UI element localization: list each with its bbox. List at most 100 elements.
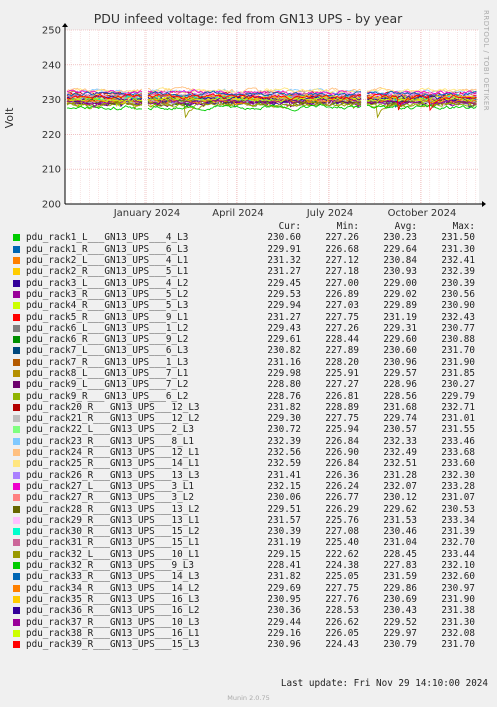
y-tick-label: 210 [42, 165, 61, 176]
legend-item: pdu_rack32_R___GN13_UPS___9_L3 228.41 224.… [12, 560, 490, 571]
legend-value-min: 228.44 [325, 334, 359, 346]
legend-value-avg: 230.79 [383, 639, 417, 651]
legend-series-name: pdu_rack27_R___GN13_UPS___3_L2 [26, 492, 194, 504]
legend-item: pdu_rack9_L___GN13_UPS___7_L2 228.80 227.2… [12, 379, 490, 390]
legend-swatch [13, 607, 20, 615]
legend-value-cur: 229.15 [267, 548, 301, 560]
legend-value-max: 232.60 [441, 571, 475, 583]
legend-swatch [13, 302, 20, 310]
legend-value-avg: 231.28 [383, 469, 417, 481]
legend-value-min: 227.12 [325, 255, 359, 267]
legend-value-cur: 231.16 [267, 356, 301, 368]
x-tick-label: October 2024 [388, 208, 457, 219]
legend-swatch [13, 290, 20, 298]
legend-value-max: 230.39 [441, 277, 475, 289]
legend-value-max: 231.70 [441, 639, 475, 651]
legend-value-max: 233.34 [441, 514, 475, 526]
legend-series-name: pdu_rack35_R___GN13_UPS___16_L3 [26, 593, 200, 605]
legend-value-avg: 231.19 [383, 311, 417, 323]
legend-item: pdu_rack2_R___GN13_UPS___5_L1 231.27 227.1… [12, 266, 490, 277]
legend-value-min: 228.89 [325, 401, 359, 413]
legend-value-min: 228.20 [325, 356, 359, 368]
legend-header: . Cur: Min: Avg: Max: [12, 221, 490, 232]
legend-value-max: 231.90 [441, 593, 475, 605]
legend-swatch [13, 381, 20, 389]
legend-value-max: 233.60 [441, 458, 475, 470]
chart-title: PDU infeed voltage: fed from GN13 UPS - … [94, 11, 403, 26]
legend-swatch [13, 641, 20, 649]
legend-value-cur: 229.61 [267, 334, 301, 346]
legend-value-cur: 231.19 [267, 537, 301, 549]
legend-item: pdu_rack3_L___GN13_UPS___4_L2 229.45 227.0… [12, 277, 490, 289]
legend-series-name: pdu_rack6_L___GN13_UPS___1_L2 [26, 322, 189, 334]
legend-value-max: 230.97 [441, 582, 475, 594]
legend-value-max: 230.27 [441, 379, 475, 391]
legend-swatch [13, 573, 20, 581]
legend-swatch [13, 415, 20, 423]
legend-col-min: Min: [336, 221, 359, 233]
chart: PDU infeed voltage: fed from GN13 UPS - … [3, 10, 490, 219]
legend-swatch [13, 629, 20, 637]
legend-value-max: 231.38 [441, 605, 475, 617]
legend-series-name: pdu_rack29_R___GN13_UPS___13_L1 [26, 514, 200, 526]
legend-value-avg: 228.96 [383, 379, 417, 391]
legend-series-name: pdu_rack26_R___GN13_UPS___13_L3 [26, 469, 200, 481]
legend-value-min: 227.08 [325, 526, 359, 538]
legend-value-min: 226.84 [325, 458, 359, 470]
legend-value-max: 230.53 [441, 503, 475, 515]
legend-value-cur: 228.80 [267, 379, 301, 391]
legend-value-min: 227.00 [325, 277, 359, 289]
legend-item: pdu_rack21_R___GN13_UPS___12_L2 229.30 227… [12, 413, 490, 424]
legend-value-min: 226.29 [325, 503, 359, 515]
legend-value-max: 232.43 [441, 311, 475, 323]
legend-value-cur: 230.95 [267, 593, 301, 605]
legend-value-max: 231.39 [441, 526, 475, 538]
legend-series-name: pdu_rack3_L___GN13_UPS___4_L2 [26, 277, 189, 289]
legend-item: pdu_rack32_L___GN13_UPS___10_L1 229.15 222… [12, 549, 490, 560]
legend-value-cur: 229.91 [267, 243, 301, 255]
legend-value-avg: 229.02 [383, 288, 417, 300]
legend-value-avg: 227.83 [383, 560, 417, 572]
legend-value-avg: 232.49 [383, 447, 417, 459]
legend-value-avg: 230.96 [383, 356, 417, 368]
legend-swatch [13, 562, 20, 570]
legend-value-min: 227.26 [325, 322, 359, 334]
legend-value-min: 224.43 [325, 639, 359, 651]
legend-swatch [13, 618, 20, 626]
legend-value-cur: 231.27 [267, 311, 301, 323]
legend-swatch [13, 234, 20, 242]
legend-swatch [13, 437, 20, 445]
legend-value-cur: 229.44 [267, 616, 301, 628]
last-update: Last update: Fri Nov 29 14:10:00 2024 [280, 678, 488, 689]
y-tick-label: 200 [42, 200, 61, 211]
legend-value-min: 226.90 [325, 447, 359, 459]
legend-value-cur: 231.32 [267, 255, 301, 267]
legend-swatch [13, 528, 20, 536]
legend-series-name: pdu_rack39_R___GN13_UPS___15_L3 [26, 639, 200, 651]
y-tick-label: 220 [42, 130, 61, 141]
legend-swatch [13, 392, 20, 400]
legend-swatch [13, 584, 20, 592]
legend-value-min: 226.84 [325, 435, 359, 447]
legend-col-cur: Cur: [278, 221, 301, 233]
legend-value-cur: 232.15 [267, 480, 301, 492]
legend-value-max: 233.44 [441, 548, 475, 560]
legend-swatch [13, 336, 20, 344]
legend-value-cur: 230.06 [267, 492, 301, 504]
y-tick-label: 250 [42, 26, 61, 37]
legend-item: pdu_rack8_L___GN13_UPS___7_L1 229.98 225.9… [12, 368, 490, 379]
legend-value-min: 227.27 [325, 379, 359, 391]
legend-value-avg: 229.74 [383, 413, 417, 425]
legend-value-cur: 231.41 [267, 469, 301, 481]
x-ticks: January 2024 April 2024 July 2024 October 2… [113, 208, 457, 219]
legend-value-min: 226.36 [325, 469, 359, 481]
y-tick-label: 240 [42, 60, 61, 71]
legend-series-name: pdu_rack7_R___GN13_UPS___1_L3 [26, 356, 189, 368]
legend-swatch [13, 494, 20, 502]
legend-value-avg: 230.46 [383, 526, 417, 538]
legend-swatch [13, 449, 20, 457]
legend-series-name: pdu_rack1_L___GN13_UPS___4_L3 [26, 232, 189, 244]
legend-value-max: 232.30 [441, 469, 475, 481]
rrdtool-credit: RRDTOOL / TOBI OETIKER [482, 10, 490, 111]
legend-col-avg: Avg: [394, 221, 417, 233]
